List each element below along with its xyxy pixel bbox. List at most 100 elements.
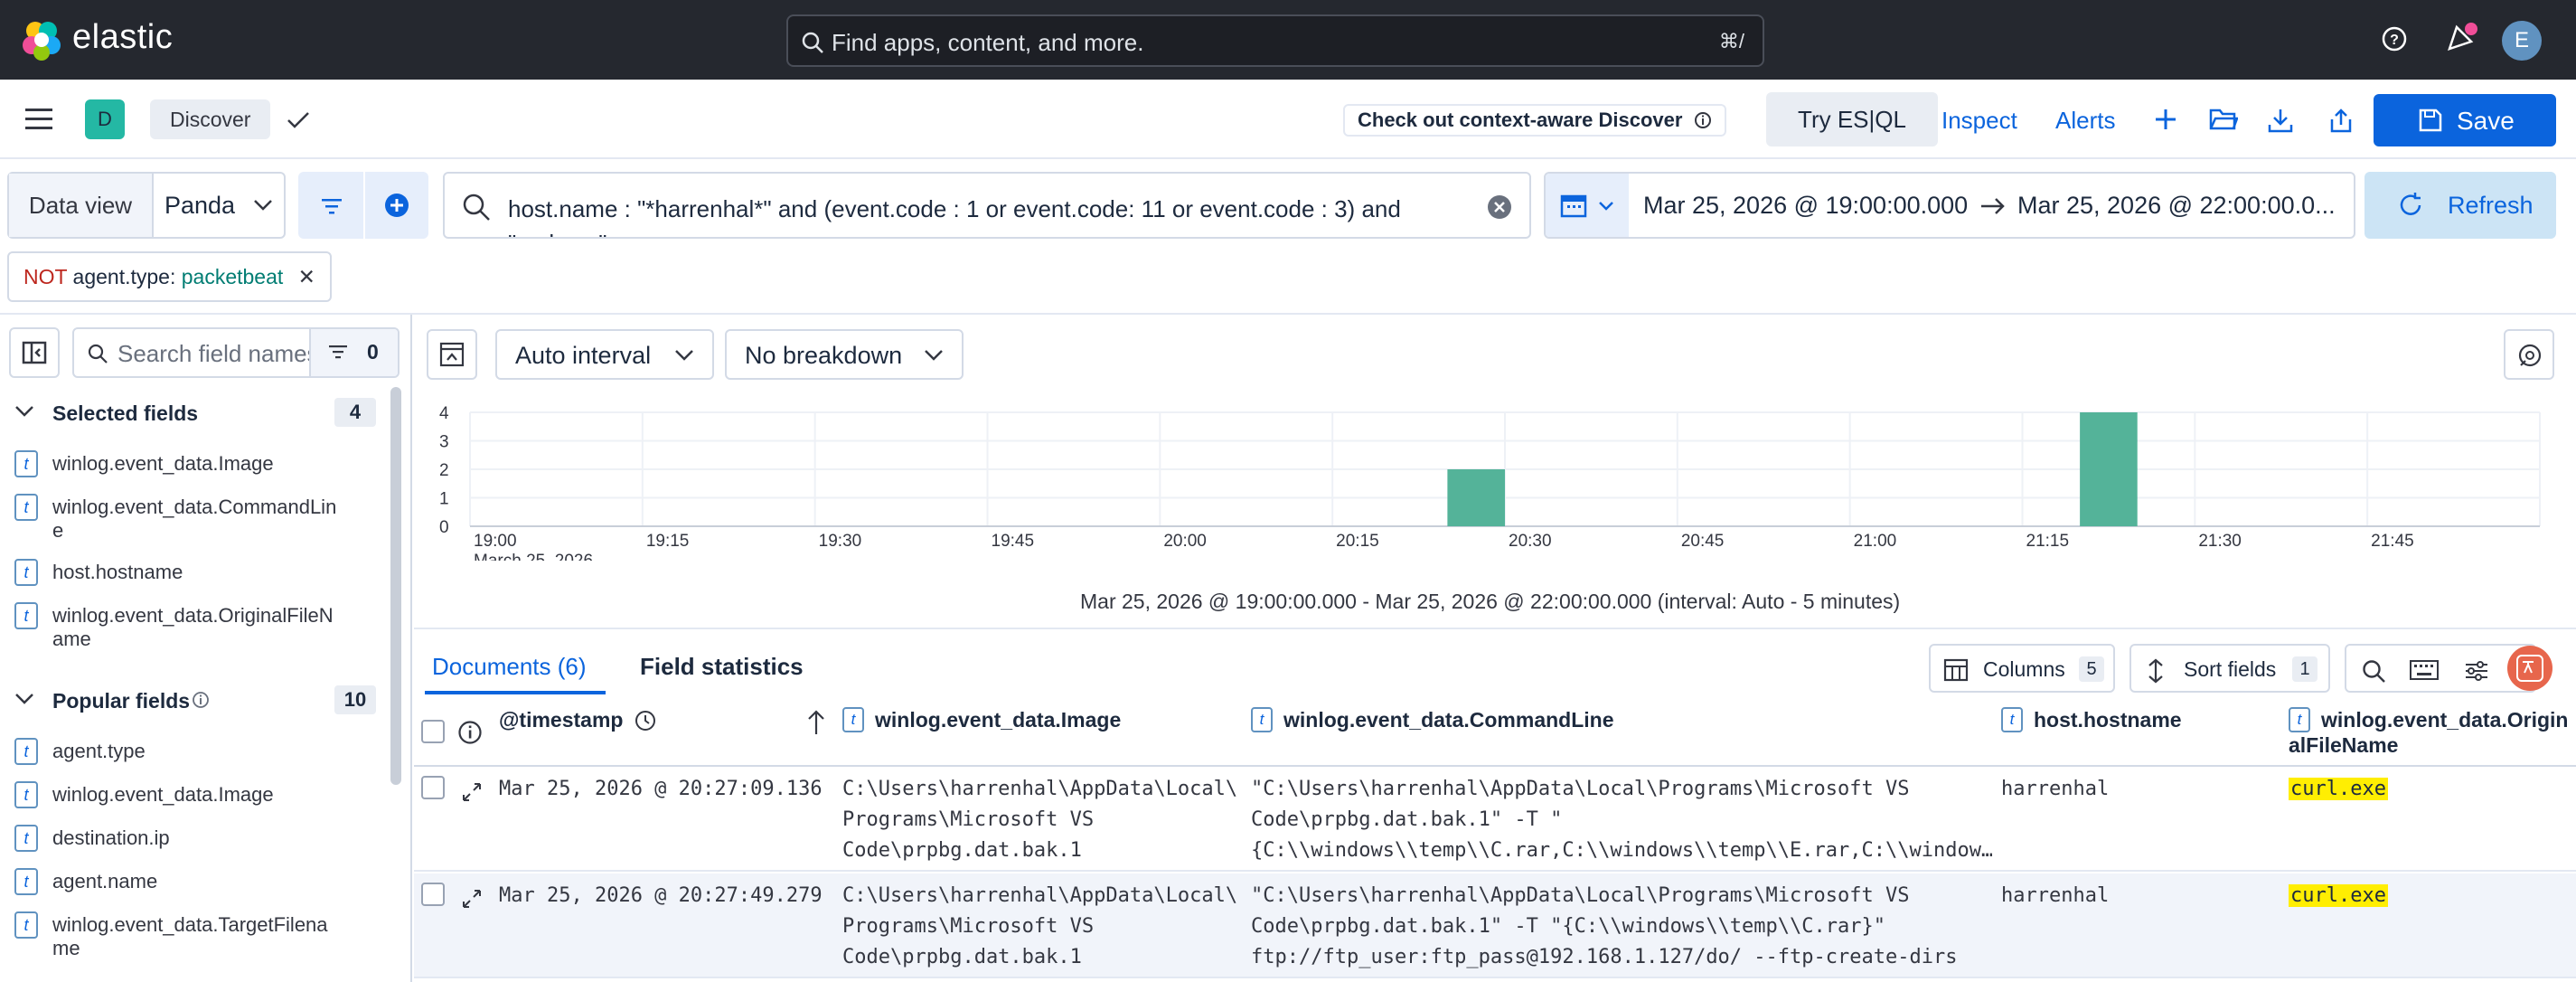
divider <box>414 628 2576 629</box>
info-icon[interactable] <box>457 720 483 745</box>
cell-timestamp[interactable]: Mar 25, 2026 @ 20:27:49.279 <box>499 881 823 911</box>
calendar-icon <box>1560 194 1587 218</box>
expand-icon[interactable] <box>461 888 483 910</box>
field-name: agent.name <box>52 870 158 892</box>
inspect-link[interactable]: Inspect <box>1941 107 2017 135</box>
folder-open-icon[interactable] <box>2209 107 2238 132</box>
breadcrumb-discover[interactable]: Discover <box>150 99 271 139</box>
info-icon <box>193 692 209 708</box>
tab-field-statistics[interactable]: Field statistics <box>640 653 804 681</box>
download-icon[interactable] <box>2267 107 2294 134</box>
row-checkbox[interactable] <box>421 883 445 906</box>
user-avatar[interactable]: E <box>2502 21 2542 61</box>
column-header-image[interactable]: t winlog.event_data.Image <box>842 707 1121 732</box>
chart-hide-icon <box>439 342 465 367</box>
columns-count: 5 <box>2079 656 2104 682</box>
plus-icon[interactable] <box>2153 107 2178 132</box>
field-type-filter-button[interactable]: 0 <box>309 329 398 376</box>
date-end[interactable]: Mar 25, 2026 @ 22:00:00.0... <box>2017 192 2336 220</box>
chevron-down-icon <box>254 200 272 211</box>
save-label: Save <box>2457 107 2515 135</box>
cell-hostname[interactable]: harrenhal <box>2001 881 2109 911</box>
field-name: winlog.event_data.TargetFilename <box>52 913 328 959</box>
column-title: @timestamp <box>499 708 624 732</box>
context-aware-discover-badge[interactable]: Check out context-aware Discover <box>1343 104 1726 137</box>
expand-icon[interactable] <box>461 781 483 803</box>
close-icon[interactable]: ✕ <box>298 265 315 288</box>
sort-fields-button[interactable]: Sort fields 1 <box>2129 644 2330 693</box>
space-avatar[interactable]: D <box>85 99 125 139</box>
query-text[interactable]: host.name : "*harrenhal*" and (event.cod… <box>508 192 1466 237</box>
active-tab-indicator <box>425 691 606 694</box>
tab-documents[interactable]: Documents (6) <box>432 653 587 681</box>
quick-date-menu[interactable] <box>1546 174 1629 237</box>
field-search-placeholder: Search field names <box>118 340 319 367</box>
interval-select[interactable]: Auto interval <box>495 329 714 380</box>
cell-originalfilename[interactable]: curl.exe <box>2289 881 2388 911</box>
keyboard-icon[interactable] <box>2410 660 2439 680</box>
search-icon <box>88 344 108 364</box>
sidebar-scrollbar[interactable] <box>390 387 401 785</box>
string-type-icon: t <box>14 559 38 586</box>
cell-image[interactable]: C:\Users\harrenhal\AppData\Local\ Progra… <box>842 774 1240 866</box>
search-icon[interactable] <box>2361 658 2386 684</box>
help-icon[interactable]: ? <box>2381 25 2408 52</box>
alerts-link[interactable]: Alerts <box>2055 107 2115 135</box>
data-view-value[interactable]: Panda <box>165 192 235 220</box>
field-filter-count: 0 <box>367 340 379 364</box>
news-feed-icon[interactable] <box>2444 22 2480 56</box>
data-view-picker[interactable]: Data view Panda <box>7 172 286 239</box>
cell-originalfilename[interactable]: curl.exe <box>2289 774 2388 805</box>
filter-icon[interactable] <box>320 197 343 215</box>
column-header-timestamp[interactable]: @timestamp <box>499 707 656 732</box>
chart-options-button[interactable] <box>2504 329 2554 380</box>
assistant-avatar[interactable] <box>2507 646 2552 691</box>
date-picker[interactable]: Mar 25, 2026 @ 19:00:00.000 Mar 25, 2026… <box>1544 172 2355 239</box>
string-type-icon: t <box>2289 707 2310 732</box>
add-filter-icon[interactable] <box>383 192 410 219</box>
row-checkbox[interactable] <box>421 776 445 799</box>
column-header-commandline[interactable]: t winlog.event_data.CommandLine <box>1251 707 1614 732</box>
popular-fields-count: 10 <box>334 685 376 714</box>
global-search-input[interactable]: Find apps, content, and more. ⌘/ <box>786 14 1764 67</box>
columns-button[interactable]: Columns 5 <box>1929 644 2115 693</box>
date-start[interactable]: Mar 25, 2026 @ 19:00:00.000 <box>1643 192 1968 220</box>
cell-timestamp[interactable]: Mar 25, 2026 @ 20:27:09.136 <box>499 774 823 805</box>
filter-value: packetbeat <box>181 265 284 288</box>
clear-icon[interactable] <box>1486 194 1513 221</box>
cell-image[interactable]: C:\Users\harrenhal\AppData\Local\ Progra… <box>842 881 1240 973</box>
y-tick-label: 1 <box>439 490 449 509</box>
filter-pill[interactable]: NOT agent.type: packetbeat ✕ <box>7 251 332 302</box>
filter-menu-group <box>298 172 428 239</box>
column-header-hostname[interactable]: t host.hostname <box>2001 707 2182 732</box>
cell-hostname[interactable]: harrenhal <box>2001 774 2109 805</box>
column-title: winlog.event_data.CommandLine <box>1283 708 1614 732</box>
selected-fields-title: Selected fields <box>52 401 199 425</box>
column-title: winlog.event_data.OriginalFileName <box>2289 708 2569 757</box>
share-icon[interactable] <box>2328 107 2354 134</box>
sort-ascending-icon[interactable] <box>806 709 826 736</box>
refresh-button[interactable]: Refresh <box>2364 172 2556 239</box>
elastic-logo-icon[interactable] <box>20 18 63 61</box>
cell-commandline[interactable]: "C:\Users\harrenhal\AppData\Local\Progra… <box>1251 774 1992 866</box>
chart-toolbar-toggle[interactable] <box>427 329 477 380</box>
ai-assistant-icon <box>2518 344 2542 367</box>
save-button[interactable]: Save <box>2374 94 2556 146</box>
table-row[interactable]: Mar 25, 2026 @ 20:27:09.136 C:\Users\har… <box>414 767 2576 872</box>
query-input[interactable]: host.name : "*harrenhal*" and (event.cod… <box>443 172 1531 239</box>
column-header-originalfilename[interactable]: t winlog.event_data.OriginalFileName <box>2289 707 2574 758</box>
save-icon <box>2419 109 2442 132</box>
filter-negation: NOT <box>24 265 68 288</box>
hamburger-menu-icon[interactable] <box>25 107 54 132</box>
sidebar-collapse-button[interactable] <box>9 327 60 378</box>
table-row[interactable]: Mar 25, 2026 @ 20:27:49.279 C:\Users\har… <box>414 873 2576 978</box>
field-search-input[interactable]: Search field names 0 <box>72 327 400 378</box>
breakdown-select[interactable]: No breakdown <box>725 329 964 380</box>
cell-commandline[interactable]: "C:\Users\harrenhal\AppData\Local\Progra… <box>1251 881 1992 973</box>
display-settings-icon[interactable] <box>2464 660 2489 682</box>
x-tick-label: 19:30 <box>819 532 862 551</box>
try-esql-button[interactable]: Try ES|QL <box>1766 92 1938 146</box>
select-all-checkbox[interactable] <box>421 720 445 743</box>
x-tick-label: 21:30 <box>2198 532 2242 551</box>
x-tick-label: 20:45 <box>1681 532 1725 551</box>
